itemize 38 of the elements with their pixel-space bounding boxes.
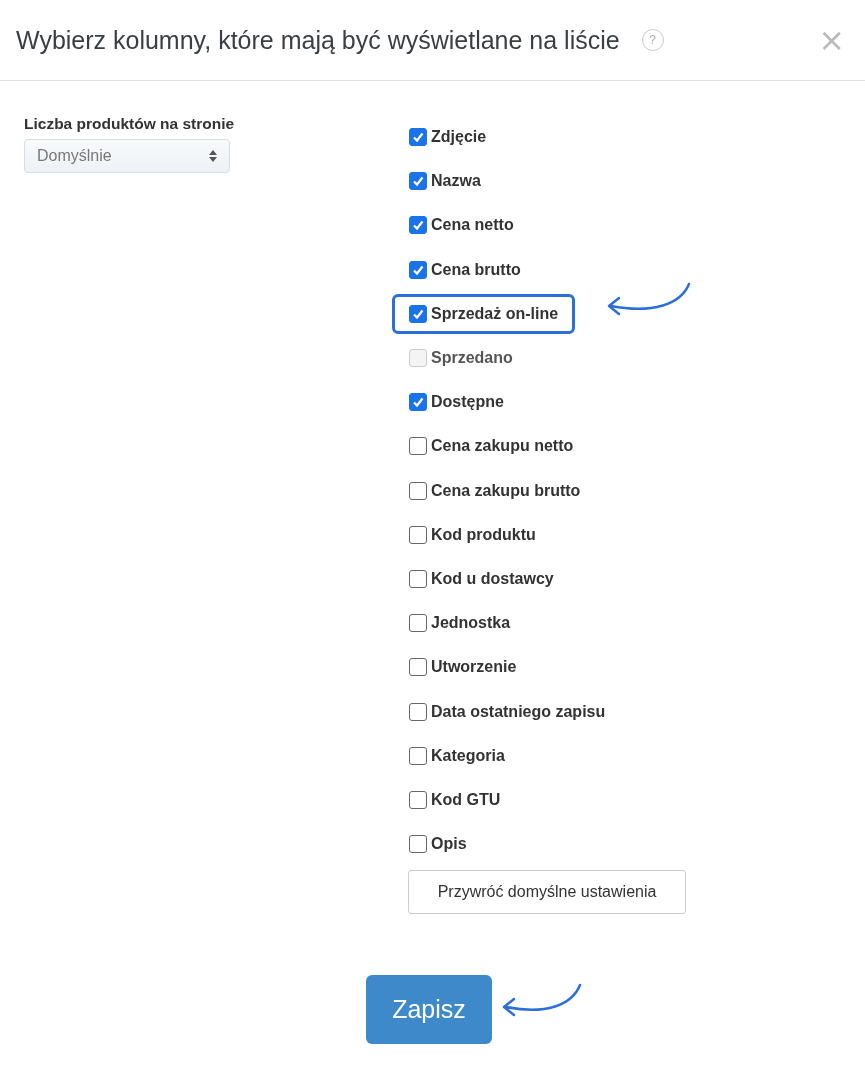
- checkbox[interactable]: [409, 172, 427, 191]
- checkbox[interactable]: [409, 437, 427, 456]
- checkbox[interactable]: [409, 525, 427, 544]
- column-checkbox-row[interactable]: Opis: [392, 824, 484, 865]
- checkbox[interactable]: [409, 128, 427, 147]
- column-checkbox-row[interactable]: Kod produktu: [392, 514, 553, 555]
- column-checkbox-row[interactable]: Jednostka: [392, 603, 528, 644]
- highlighted-checkbox-row[interactable]: Sprzedaż on-line: [392, 293, 576, 334]
- checkbox[interactable]: [409, 260, 427, 279]
- column-checkbox-row[interactable]: Cena zakupu brutto: [392, 470, 598, 511]
- checkbox[interactable]: [409, 614, 427, 633]
- column-checkbox-row[interactable]: Cena brutto: [392, 249, 538, 290]
- save-button[interactable]: Zapisz: [366, 975, 492, 1045]
- updown-arrows-icon: [209, 149, 217, 163]
- page-size-label: Liczba produktów na stronie: [24, 115, 236, 133]
- column-checkbox-row[interactable]: Kategoria: [392, 735, 522, 776]
- column-checkbox-row[interactable]: Cena netto: [392, 205, 531, 246]
- checkbox[interactable]: [409, 790, 427, 809]
- column-checkbox-row[interactable]: Cena zakupu netto: [392, 426, 591, 467]
- checkbox[interactable]: [409, 393, 427, 412]
- checkbox[interactable]: [409, 835, 427, 854]
- column-checkbox-row[interactable]: Kod GTU: [392, 779, 518, 820]
- column-checkbox-row[interactable]: Dostępne: [392, 382, 521, 423]
- checkbox[interactable]: [409, 746, 427, 765]
- column-checkbox-row[interactable]: Utworzenie: [392, 647, 534, 688]
- dialog-title: Wybierz kolumny, które mają być wyświetlane na liście: [16, 25, 620, 55]
- checkbox[interactable]: [409, 702, 427, 721]
- column-checkbox-row[interactable]: Data ostatniego zapisu: [392, 691, 623, 732]
- column-checkbox-row[interactable]: Kod u dostawcy: [392, 558, 571, 599]
- column-checkbox-row[interactable]: Nazwa: [392, 161, 498, 202]
- checkbox[interactable]: [409, 304, 427, 323]
- restore-defaults-button[interactable]: Przywróć domyślne ustawienia: [408, 870, 686, 915]
- checkbox[interactable]: [409, 216, 427, 235]
- checkbox[interactable]: [409, 569, 427, 588]
- page-size-select[interactable]: Domyślnie: [24, 139, 230, 173]
- checkbox[interactable]: [409, 658, 427, 677]
- checkbox[interactable]: [409, 481, 427, 500]
- column-checkbox-row[interactable]: Zdjęcie: [392, 117, 504, 158]
